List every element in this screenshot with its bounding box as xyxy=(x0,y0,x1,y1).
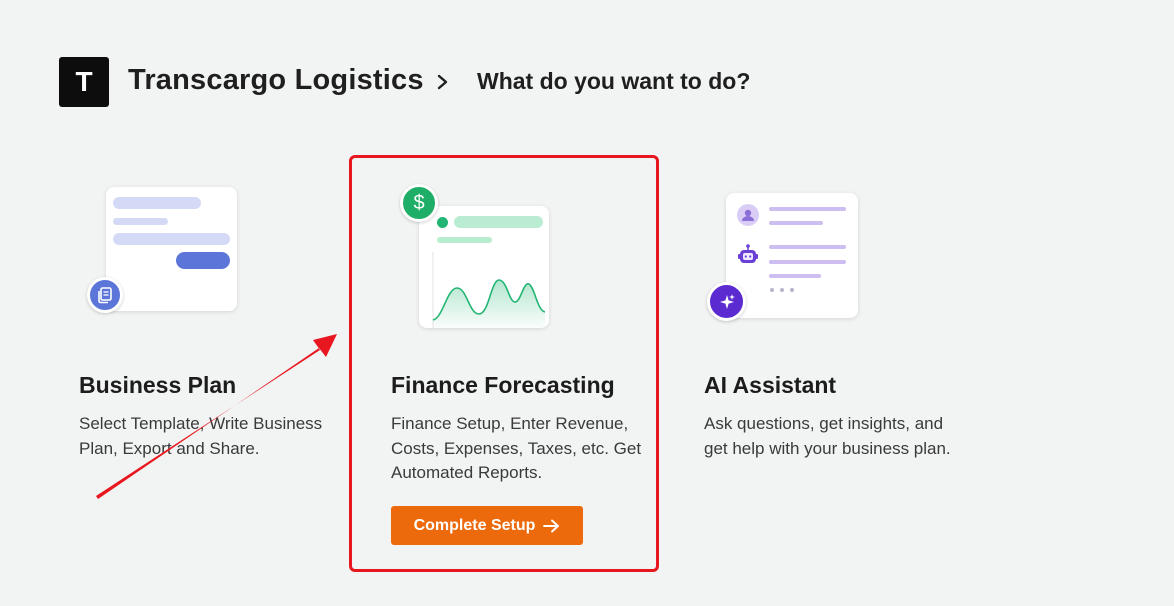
business-plan-title: Business Plan xyxy=(79,372,237,398)
sparkle-icon xyxy=(707,282,746,321)
ai-assistant-option[interactable]: AI Assistant Ask questions, get insights… xyxy=(695,170,975,470)
ai-assistant-title: AI Assistant xyxy=(704,372,837,398)
business-plan-illustration xyxy=(106,187,237,311)
ai-assistant-description: Ask questions, get insights, and get hel… xyxy=(704,414,951,458)
document-icon xyxy=(87,277,123,313)
company-name[interactable]: Transcargo Logistics xyxy=(128,64,424,97)
business-plan-description: Select Template, Write Business Plan, Ex… xyxy=(79,414,323,458)
chevron-right-icon xyxy=(437,74,448,90)
user-avatar-icon xyxy=(737,204,759,226)
page-title: What do you want to do? xyxy=(477,68,751,94)
typing-dots xyxy=(770,288,800,292)
company-logo: T xyxy=(59,57,109,107)
highlight-box xyxy=(349,155,659,572)
business-plan-option[interactable]: Business Plan Select Template, Write Bus… xyxy=(70,170,340,470)
robot-icon xyxy=(736,243,760,267)
